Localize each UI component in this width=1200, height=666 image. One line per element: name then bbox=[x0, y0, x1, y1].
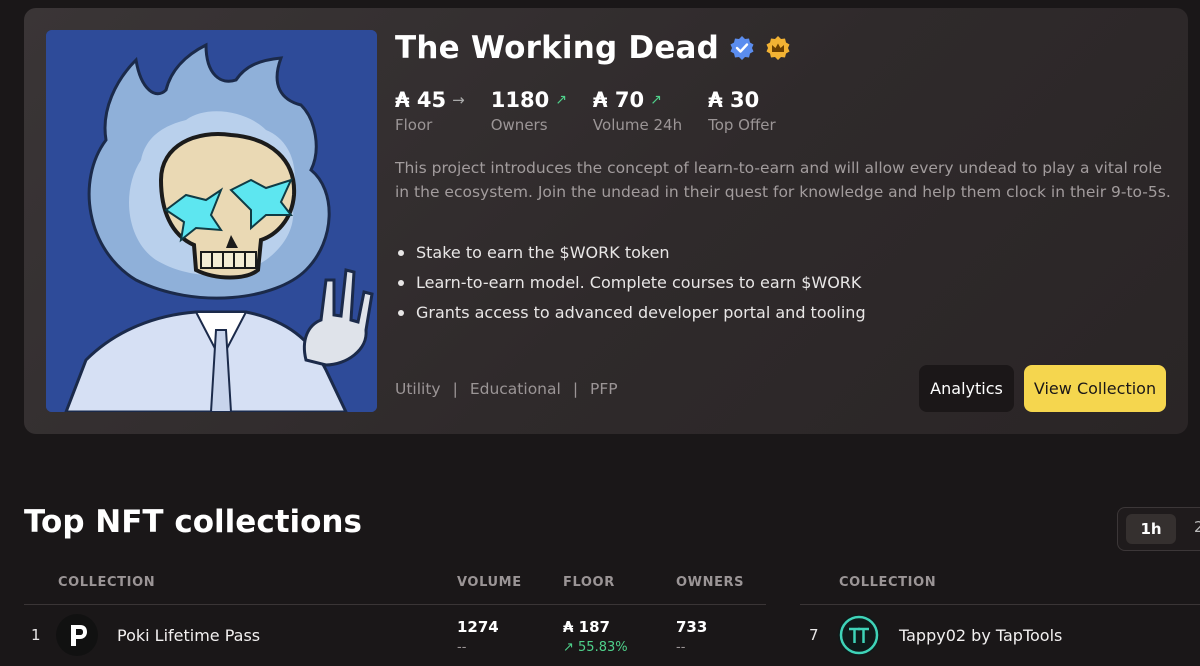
stat-volume-label: Volume 24h bbox=[592, 116, 683, 134]
volume-value: 1274 bbox=[457, 618, 499, 636]
bullet-icon bbox=[398, 250, 404, 256]
bullet-icon bbox=[398, 310, 404, 316]
collection-description: This project introduces the concept of l… bbox=[395, 159, 1171, 201]
feature-item: Grants access to advanced developer port… bbox=[395, 298, 866, 328]
stat-floor-value: ₳ 45 bbox=[395, 88, 447, 112]
collection-title-row: The Working Dead bbox=[395, 30, 791, 66]
stat-top-offer-value: ₳ 30 bbox=[708, 88, 760, 112]
collection-stats: ₳ 45 → Floor 1180 ↗ Owners ₳ 70 ↗ Volume 24… bbox=[395, 88, 802, 134]
stat-top-offer: ₳ 30 Top Offer bbox=[708, 88, 776, 134]
time-range-toggle: 1h 2 bbox=[1117, 507, 1200, 551]
feature-text: Grants access to advanced developer port… bbox=[416, 303, 866, 322]
poki-logo-icon bbox=[56, 614, 98, 656]
feature-text: Stake to earn the $WORK token bbox=[416, 243, 670, 262]
feature-item: Stake to earn the $WORK token bbox=[395, 238, 866, 268]
stat-top-offer-label: Top Offer bbox=[708, 116, 776, 134]
feature-text: Learn-to-earn model. Complete courses to… bbox=[416, 273, 862, 292]
floor-value: ₳ 187 bbox=[563, 618, 610, 636]
header-floor[interactable]: FLOOR bbox=[563, 575, 615, 590]
owners-value: 733 bbox=[676, 618, 708, 636]
header-volume[interactable]: VOLUME bbox=[457, 575, 522, 590]
feature-list: Stake to earn the $WORK token Learn-to-e… bbox=[395, 238, 866, 328]
stat-owners-value: 1180 bbox=[490, 88, 550, 112]
tag-separator: | bbox=[572, 380, 579, 398]
tag-pfp[interactable]: PFP bbox=[590, 380, 618, 398]
view-collection-button[interactable]: View Collection bbox=[1024, 365, 1166, 412]
skeleton-artwork-image bbox=[46, 30, 377, 412]
trend-up-icon: ↗ bbox=[650, 92, 662, 108]
table-divider bbox=[24, 604, 766, 605]
arrow-right-icon: → bbox=[452, 91, 465, 109]
table-divider bbox=[800, 604, 1200, 605]
tag-educational[interactable]: Educational bbox=[470, 380, 561, 398]
trend-up-icon: ↗ bbox=[555, 92, 567, 108]
stat-floor: ₳ 45 → Floor bbox=[395, 88, 465, 134]
tag-separator: | bbox=[452, 380, 458, 398]
floor-change: ↗ 55.83% bbox=[563, 640, 628, 655]
row-rank: 7 bbox=[809, 626, 819, 644]
bullet-icon bbox=[398, 280, 404, 286]
tag-utility[interactable]: Utility bbox=[395, 380, 441, 398]
header-collection[interactable]: COLLECTION bbox=[58, 575, 155, 590]
featured-collection-card: The Working Dead ₳ 45 → Floor 1180 ↗ Owner… bbox=[24, 8, 1188, 434]
header-collection-right[interactable]: COLLECTION bbox=[839, 575, 936, 590]
collection-tags: Utility | Educational | PFP bbox=[395, 380, 618, 398]
taptools-logo-icon bbox=[838, 614, 880, 656]
volume-change: -- bbox=[457, 640, 467, 655]
verified-badge-icon bbox=[730, 36, 754, 60]
collection-name: Poki Lifetime Pass bbox=[117, 626, 261, 645]
stat-volume: ₳ 70 ↗ Volume 24h bbox=[593, 88, 682, 134]
analytics-button[interactable]: Analytics bbox=[919, 365, 1014, 412]
collection-title: The Working Dead bbox=[395, 30, 720, 66]
owners-change: -- bbox=[676, 640, 686, 655]
collection-name: Tappy02 by TapTools bbox=[899, 626, 1063, 645]
collection-artwork[interactable] bbox=[46, 30, 377, 412]
time-option-1h[interactable]: 1h bbox=[1126, 514, 1176, 544]
stat-volume-value: ₳ 70 bbox=[592, 88, 645, 112]
top-collections-title: Top NFT collections bbox=[24, 504, 362, 540]
stat-owners: 1180 ↗ Owners bbox=[491, 88, 567, 134]
header-owners[interactable]: OWNERS bbox=[676, 575, 744, 590]
feature-item: Learn-to-earn model. Complete courses to… bbox=[395, 268, 866, 298]
crown-badge-icon bbox=[766, 36, 790, 60]
stat-owners-label: Owners bbox=[490, 116, 548, 134]
stat-floor-label: Floor bbox=[395, 116, 433, 134]
row-rank: 1 bbox=[31, 626, 41, 644]
time-option-2[interactable]: 2 bbox=[1194, 518, 1200, 536]
